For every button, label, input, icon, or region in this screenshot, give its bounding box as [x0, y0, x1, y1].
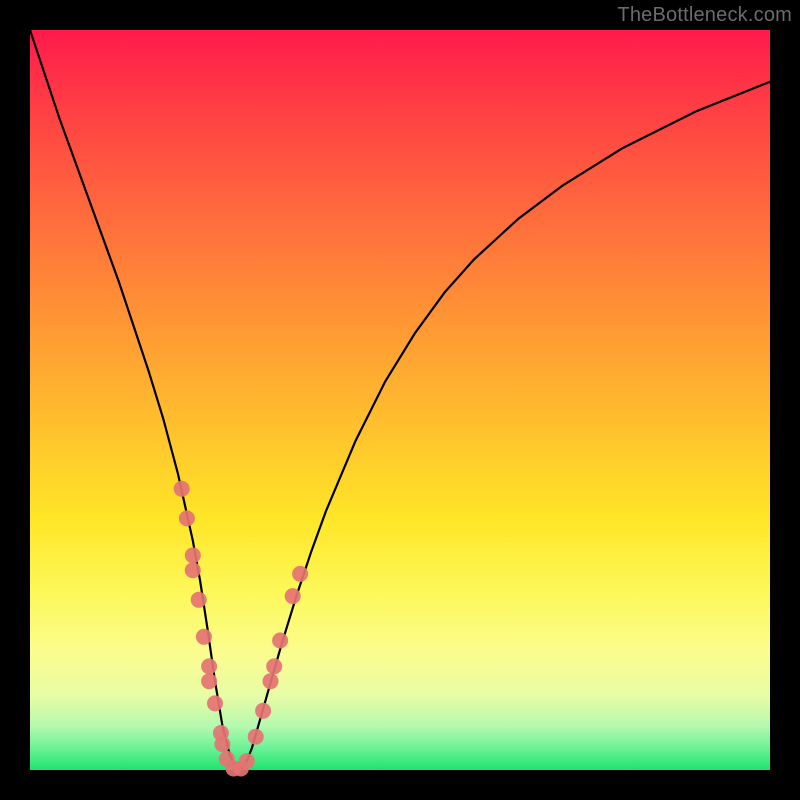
highlight-dot [239, 753, 255, 769]
highlight-dot [185, 562, 201, 578]
plot-area [30, 30, 770, 770]
highlight-dot [201, 673, 217, 689]
highlight-dot [179, 510, 195, 526]
highlight-dot [266, 658, 282, 674]
highlight-dots [174, 481, 308, 777]
chart-frame: TheBottleneck.com [0, 0, 800, 800]
highlight-dot [263, 673, 279, 689]
highlight-dot [196, 629, 212, 645]
highlight-dot [207, 695, 223, 711]
highlight-dot [191, 592, 207, 608]
highlight-dot [214, 736, 230, 752]
highlight-dot [185, 547, 201, 563]
highlight-dot [292, 566, 308, 582]
highlight-dot [272, 633, 288, 649]
watermark-text: TheBottleneck.com [617, 4, 792, 27]
highlight-dot [285, 588, 301, 604]
highlight-dot [248, 729, 264, 745]
chart-svg [30, 30, 770, 770]
highlight-dot [201, 658, 217, 674]
highlight-dot [174, 481, 190, 497]
highlight-dot [255, 703, 271, 719]
bottleneck-curve [30, 30, 770, 770]
